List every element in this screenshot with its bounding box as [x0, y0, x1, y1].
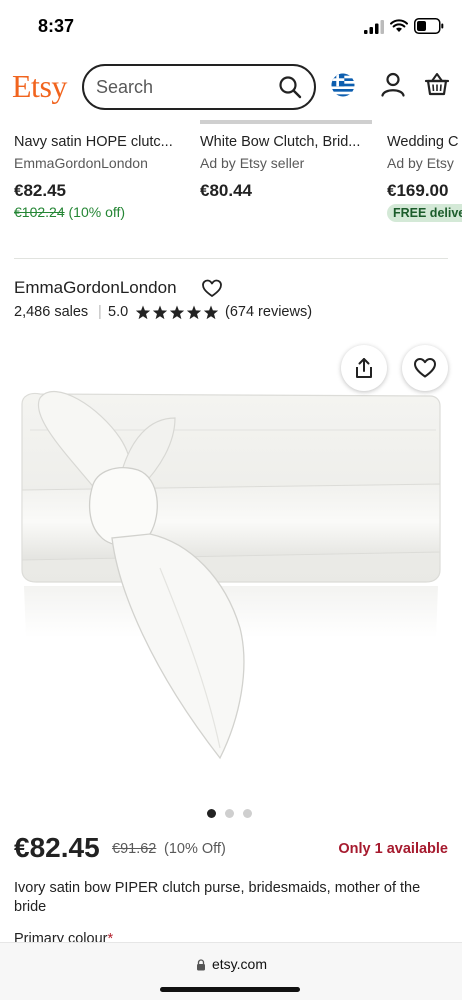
product-original-price: €91.62 — [112, 841, 157, 857]
listing-image — [200, 120, 372, 124]
listing-card[interactable]: Wedding C Ad by Etsy €169.00 FREE delive — [387, 120, 462, 230]
shop-rating: 5.0 — [108, 304, 129, 320]
listing-shop: EmmaGordonLondon — [14, 155, 148, 171]
listing-price: €82.45 — [14, 181, 66, 200]
share-button[interactable] — [341, 345, 387, 391]
product-image[interactable] — [0, 338, 462, 788]
product-title: Ivory satin bow PIPER clutch purse, brid… — [14, 880, 421, 915]
listing-ad-label: Ad by Etsy seller — [200, 155, 305, 171]
cellular-signal-icon — [364, 20, 384, 34]
listing-card[interactable]: White Bow Clutch, Brid... Ad by Etsy sel… — [200, 120, 378, 230]
greece-flag-icon[interactable] — [331, 73, 355, 97]
etsy-logo[interactable]: Etsy — [12, 68, 67, 105]
star-icon — [186, 305, 202, 320]
shop-sales-count: 2,486 sales — [14, 304, 89, 320]
clutch-bag-illustration — [21, 391, 441, 760]
related-listings: Navy satin HOPE clutc... EmmaGordonLondo… — [0, 120, 462, 230]
status-bar: 8:37 — [0, 0, 462, 54]
url-text: etsy.com — [212, 956, 267, 972]
search-icon[interactable] — [278, 75, 302, 99]
app-header: Etsy Search — [0, 56, 462, 120]
status-time: 8:37 — [38, 16, 75, 36]
listing-discount: (10% off) — [68, 204, 126, 220]
star-icon — [203, 305, 219, 320]
star-icon — [152, 305, 168, 320]
listing-title: Wedding C — [387, 134, 459, 150]
carousel-dot[interactable] — [243, 809, 252, 818]
battery-icon — [414, 18, 444, 34]
product-price: €82.45 — [14, 832, 100, 863]
product-discount: (10% Off) — [164, 841, 226, 857]
heart-icon — [414, 358, 436, 378]
lock-icon — [197, 959, 205, 971]
availability-status: Only 1 available — [338, 841, 448, 857]
listing-price: €80.44 — [200, 181, 252, 200]
search-placeholder: Search — [96, 77, 154, 97]
star-icon — [169, 305, 185, 320]
heart-icon[interactable] — [202, 279, 222, 298]
listing-card[interactable]: Navy satin HOPE clutc... EmmaGordonLondo… — [14, 120, 192, 230]
home-indicator[interactable] — [160, 987, 300, 992]
search-input[interactable]: Search — [82, 64, 316, 110]
user-icon[interactable] — [380, 71, 406, 97]
carousel-dot[interactable] — [207, 809, 216, 818]
free-delivery-badge: FREE delive — [387, 204, 462, 222]
shop-reviews-link[interactable]: (674 reviews) — [225, 304, 312, 320]
share-icon — [356, 358, 372, 378]
star-icon — [135, 305, 151, 320]
stats-separator: | — [98, 304, 102, 320]
shop-name-link[interactable]: EmmaGordonLondon — [14, 278, 177, 298]
browser-url-bar[interactable]: etsy.com — [0, 942, 462, 1000]
carousel-dot[interactable] — [225, 809, 234, 818]
divider — [14, 258, 448, 259]
listing-title: Navy satin HOPE clutc... — [14, 134, 173, 150]
carousel-dots — [207, 809, 257, 819]
favourite-button[interactable] — [402, 345, 448, 391]
listing-price: €169.00 — [387, 181, 449, 200]
star-rating-icon — [135, 305, 219, 320]
listing-ad-label: Ad by Etsy — [387, 155, 454, 171]
wifi-icon — [390, 19, 408, 32]
listing-title: White Bow Clutch, Brid... — [200, 134, 361, 150]
basket-icon[interactable] — [424, 71, 450, 97]
listing-original-price: €102.24 — [14, 204, 65, 220]
listing-old-price: €102.24 (10% off) — [14, 204, 125, 220]
